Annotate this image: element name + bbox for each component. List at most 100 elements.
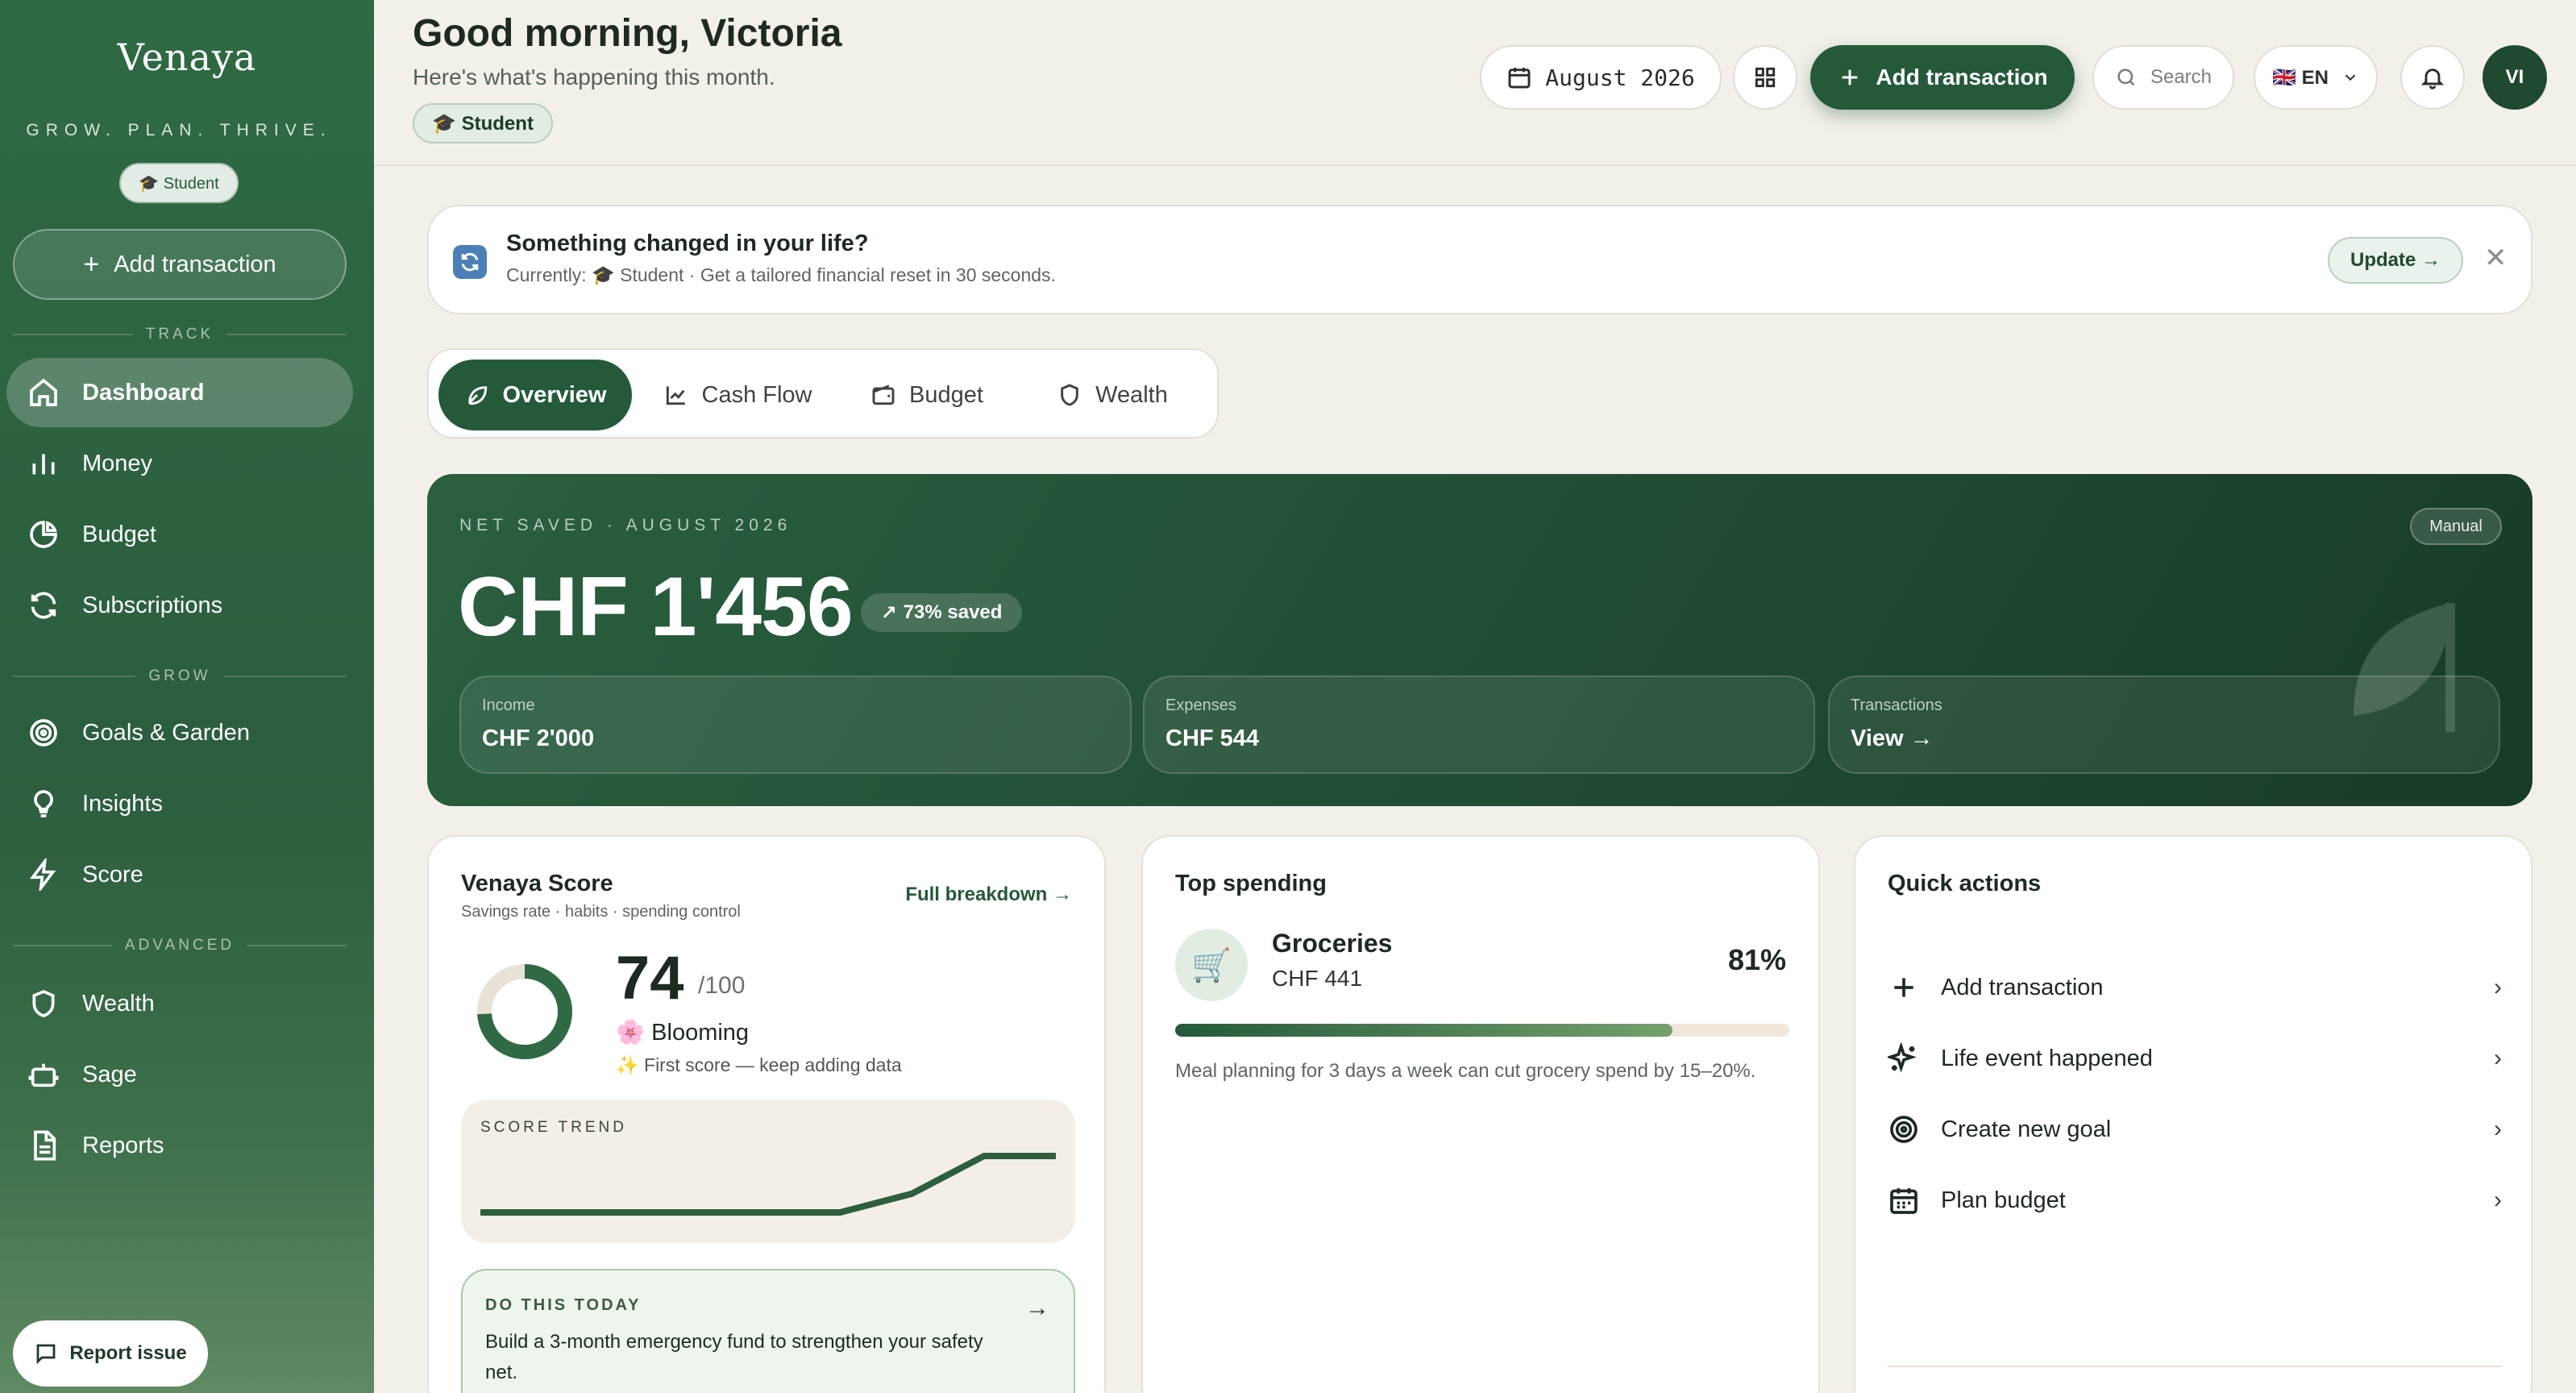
net-saved-label: NET SAVED · AUGUST 2026 <box>459 516 792 534</box>
shield-icon <box>1061 384 1078 406</box>
sidebar-item-dashboard[interactable]: Dashboard <box>6 358 353 427</box>
card-title: Venaya Score <box>461 871 613 896</box>
sidebar-item-money[interactable]: Money <box>6 429 353 498</box>
sidebar-item-wealth[interactable]: Wealth <box>6 969 353 1038</box>
plus-icon <box>1894 978 1913 997</box>
leaf-icon <box>467 386 487 405</box>
chevron-down-icon <box>2345 74 2356 81</box>
transactions-label: Transactions <box>1851 696 1942 714</box>
income-stat: Income CHF 2'000 <box>459 676 1132 774</box>
refresh-icon <box>453 245 487 279</box>
tab-label: Wealth <box>1095 381 1168 408</box>
report-issue-label: Report issue <box>69 1342 187 1364</box>
tab-budget[interactable]: Budget <box>846 360 1008 430</box>
add-transaction-button[interactable]: Add transaction <box>1810 45 2075 110</box>
spending-percent: 81% <box>1727 943 1786 976</box>
sidebar-add-transaction-button[interactable]: + Add transaction <box>13 229 347 300</box>
sidebar-item-insights[interactable]: Insights <box>6 769 353 838</box>
sidebar-item-score[interactable]: Score <box>6 840 353 909</box>
cart-icon: 🛒 <box>1175 929 1248 1001</box>
transactions-stat[interactable]: Transactions View → <box>1828 676 2500 774</box>
report-issue-button[interactable]: Report issue <box>13 1320 208 1387</box>
close-icon[interactable]: ✕ <box>2484 242 2507 274</box>
venaya-score-card: Venaya Score Savings rate · habits · spe… <box>427 835 1106 1393</box>
tab-label: Budget <box>909 381 983 408</box>
search-button[interactable]: Search <box>2092 45 2234 110</box>
saved-percent-value: 73% saved <box>903 601 1003 623</box>
month-picker[interactable]: August 2026 <box>1480 45 1722 110</box>
sidebar-item-label: Goals & Garden <box>82 719 250 746</box>
quick-actions-card: Quick actions Add transaction › Life eve… <box>1854 835 2532 1393</box>
widgets-button[interactable] <box>1733 45 1797 110</box>
avatar[interactable]: VI <box>2483 45 2547 110</box>
quick-action-life-event[interactable]: Life event happened › <box>1888 1030 2502 1087</box>
score-trend-chart: SCORE TREND <box>461 1100 1075 1243</box>
spending-progress-fill <box>1175 1024 1673 1037</box>
score-trend-line <box>480 1153 1056 1216</box>
arrow-right-icon[interactable]: → <box>1025 1295 1049 1322</box>
score-trend-label: SCORE TREND <box>480 1119 627 1136</box>
tab-overview[interactable]: Overview <box>438 360 632 430</box>
line-chart-icon <box>666 386 685 405</box>
persona-badge: 🎓 Student <box>119 163 239 203</box>
score-status: 🌸 Blooming <box>616 1020 750 1046</box>
sidebar-item-label: Sage <box>82 1061 137 1087</box>
sidebar-item-label: Score <box>82 861 143 888</box>
tab-label: Cash Flow <box>701 381 812 408</box>
sidebar-item-sage[interactable]: Sage <box>6 1040 353 1109</box>
document-icon <box>34 1130 56 1161</box>
top-header: Good morning, Victoria Here's what's hap… <box>374 0 2576 166</box>
card-title: Top spending <box>1175 871 1327 896</box>
robot-icon <box>28 1063 59 1087</box>
sidebar-item-label: Insights <box>82 790 163 817</box>
search-icon <box>2117 69 2135 86</box>
saved-percent-badge: ↗ 73% saved <box>861 593 1022 632</box>
full-breakdown-link[interactable]: Full breakdown → <box>905 884 1072 906</box>
quick-action-label: Plan budget <box>1941 1187 2066 1213</box>
score-value: 74 <box>616 944 684 1013</box>
expenses-value: CHF 544 <box>1165 726 1260 751</box>
chevron-right-icon: › <box>2494 1116 2502 1142</box>
grid-icon <box>1755 67 1776 88</box>
sidebar-item-subscriptions[interactable]: Subscriptions <box>6 571 353 640</box>
plus-icon: + <box>83 248 100 280</box>
sidebar-item-goals-garden[interactable]: Goals & Garden <box>6 698 353 767</box>
search-placeholder: Search <box>2150 66 2212 88</box>
chevron-right-icon: › <box>2494 1187 2502 1213</box>
update-button[interactable]: Update → <box>2328 237 2463 284</box>
sidebar-item-budget[interactable]: Budget <box>6 500 353 569</box>
language-selector[interactable]: 🇬🇧 EN <box>2254 45 2378 110</box>
score-donut <box>477 964 572 1059</box>
do-this-today-card[interactable]: DO THIS TODAY Build a 3-month emergency … <box>461 1269 1075 1393</box>
lightning-icon <box>30 859 56 891</box>
logo[interactable]: Venaya <box>0 35 374 79</box>
quick-action-add-transaction[interactable]: Add transaction › <box>1888 959 2502 1016</box>
sidebar-item-label: Budget <box>82 521 156 547</box>
banner-subtitle: Currently: 🎓 Student · Get a tailored fi… <box>506 264 1056 285</box>
sparkle-icon <box>1888 1042 1917 1073</box>
sidebar-item-reports[interactable]: Reports <box>6 1111 353 1180</box>
quick-action-create-goal[interactable]: Create new goal › <box>1888 1101 2502 1158</box>
do-this-today-label: DO THIS TODAY <box>485 1296 642 1314</box>
tab-cash-flow[interactable]: Cash Flow <box>645 360 830 430</box>
spending-amount: CHF 441 <box>1272 966 1363 991</box>
persona-badge-header: 🎓 Student <box>413 103 553 143</box>
card-title: Quick actions <box>1888 871 2042 896</box>
chevron-right-icon: › <box>2494 1045 2502 1071</box>
target-icon <box>1890 1116 1917 1143</box>
do-this-today-text: Build a 3-month emergency fund to streng… <box>485 1331 983 1383</box>
quick-action-plan-budget[interactable]: Plan budget › <box>1888 1172 2502 1229</box>
tab-wealth[interactable]: Wealth <box>1024 360 1201 430</box>
bell-icon <box>2420 69 2445 89</box>
score-note: ✨ First score — keep adding data <box>616 1054 902 1075</box>
notifications-button[interactable] <box>2400 45 2465 110</box>
section-label-track: TRACK <box>13 326 347 343</box>
view-transactions-link[interactable]: View → <box>1851 726 1934 752</box>
divider <box>1888 1366 2502 1367</box>
net-saved-amount: CHF 1'456 <box>458 560 854 654</box>
spending-tip: Meal planning for 3 days a week can cut … <box>1175 1060 1756 1082</box>
plus-icon <box>1843 69 1858 85</box>
calendar-icon <box>1890 1188 1917 1214</box>
quick-action-label: Create new goal <box>1941 1116 2112 1142</box>
dashboard-tabs: Overview Cash Flow Budget Wealth <box>427 348 1219 439</box>
